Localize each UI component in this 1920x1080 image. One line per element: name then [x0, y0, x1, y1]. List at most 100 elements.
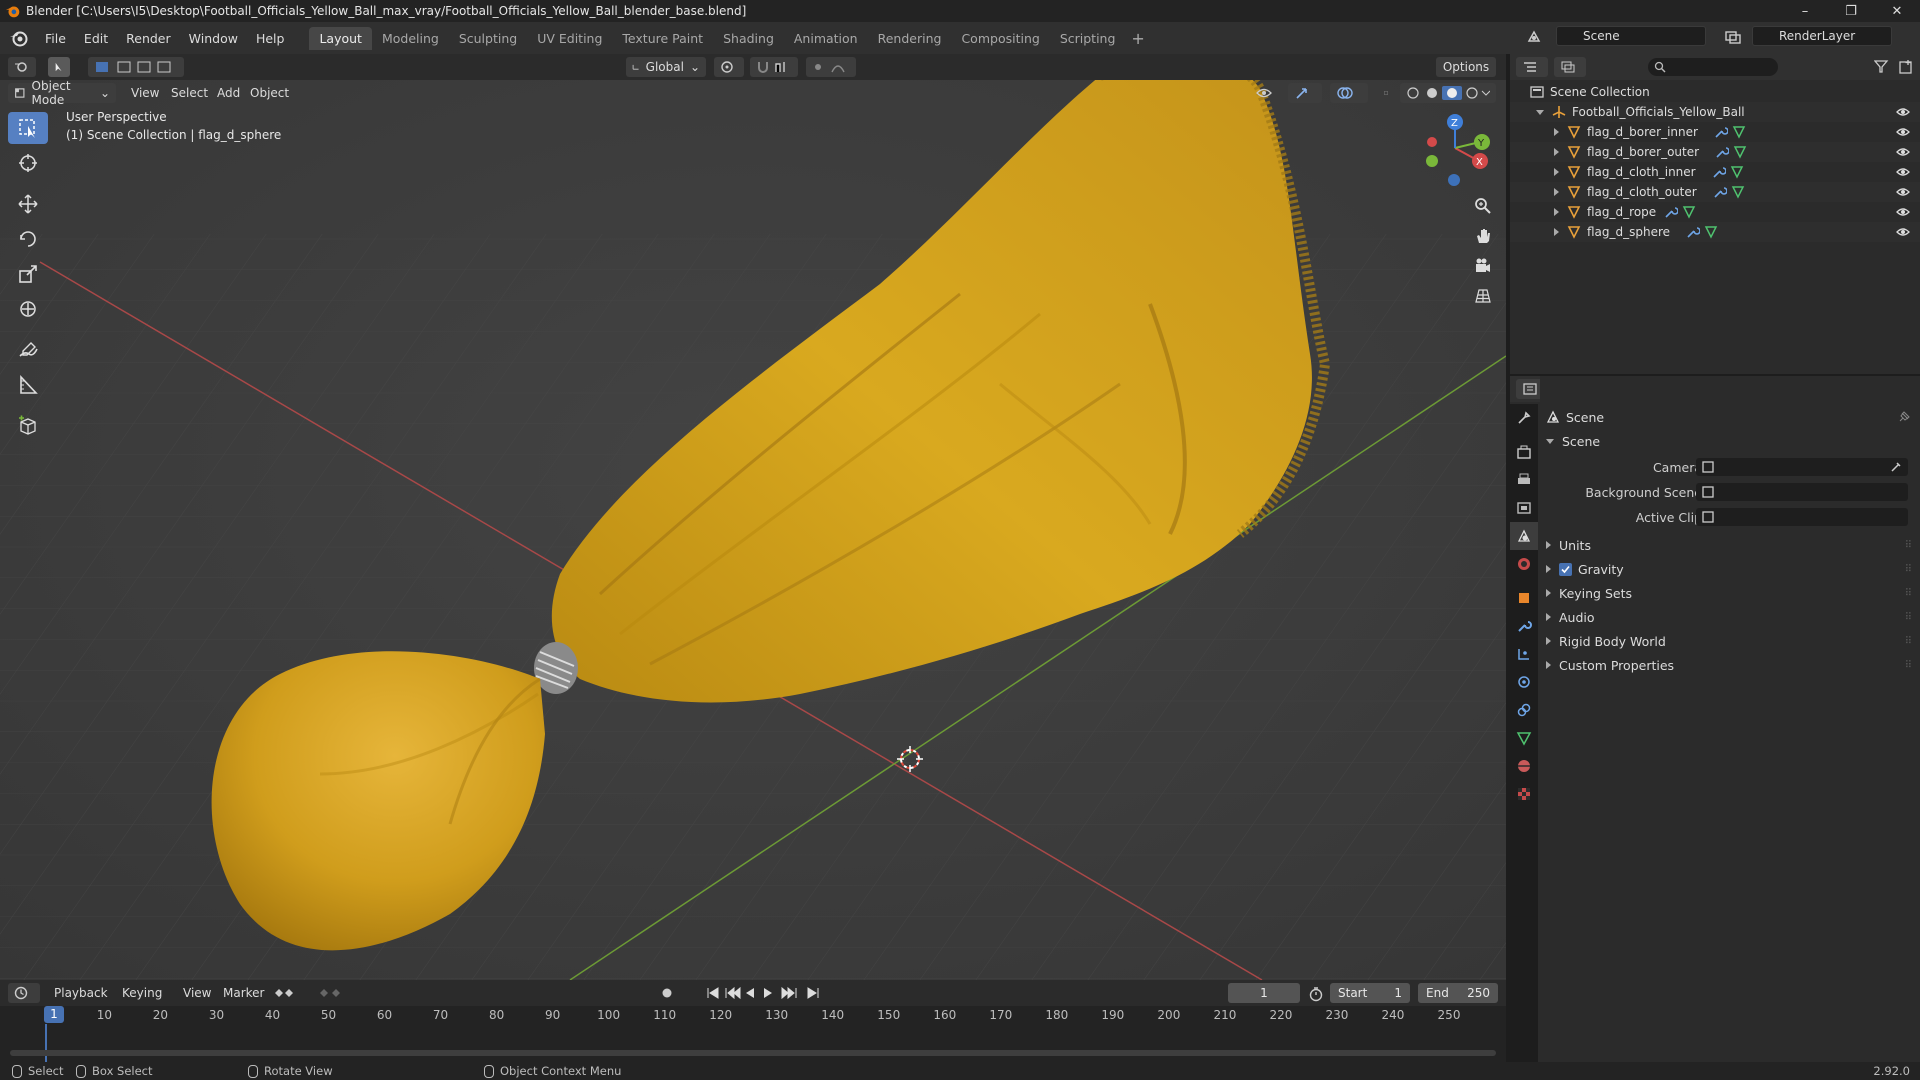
subpanel-header[interactable]: Keying Sets ⠿: [1540, 582, 1920, 604]
3d-viewport[interactable]: X Y Z Global ⌄ Options Object Mode ⌄ Vie…: [0, 54, 1506, 980]
tab-view-layer[interactable]: [1510, 494, 1538, 522]
new-collection-icon[interactable]: [1898, 59, 1914, 75]
stopwatch-icon[interactable]: [1308, 986, 1324, 1002]
mesh-data-icon[interactable]: [1732, 125, 1746, 139]
viewport-scene[interactable]: X Y Z: [0, 54, 1506, 980]
close-button[interactable]: ✕: [1874, 0, 1920, 22]
options-dropdown[interactable]: Options: [1436, 57, 1496, 77]
tab-rendering[interactable]: Rendering: [868, 27, 952, 50]
outliner-panel[interactable]: Scene Collection Football_Officials_Yell…: [1510, 54, 1920, 374]
pin-icon[interactable]: [1898, 411, 1910, 423]
mesh-data-icon[interactable]: [1704, 225, 1718, 239]
subpanel-header[interactable]: Gravity ⠿: [1540, 558, 1920, 580]
mesh-data-icon[interactable]: [1731, 185, 1745, 199]
scale-tool[interactable]: [8, 258, 48, 290]
keyframe-icons[interactable]: [272, 986, 344, 1000]
menu-file[interactable]: File: [36, 28, 75, 49]
outliner-object-row[interactable]: flag_d_cloth_inner: [1510, 162, 1920, 182]
tab-scripting[interactable]: Scripting: [1050, 27, 1126, 50]
mesh-data-icon[interactable]: [1730, 165, 1744, 179]
drag-handle-icon[interactable]: ⠿: [1905, 636, 1912, 647]
outliner-editor-type-button[interactable]: [1516, 57, 1548, 77]
snap-button[interactable]: [750, 57, 798, 77]
select-mode-buttons[interactable]: [88, 57, 184, 77]
gravity-checkbox[interactable]: [1559, 562, 1572, 576]
blender-logo-icon[interactable]: [8, 27, 30, 49]
annotate-tool[interactable]: [8, 334, 48, 366]
expand-arrow-icon[interactable]: [1554, 208, 1559, 216]
menu-help[interactable]: Help: [247, 28, 294, 49]
timeline-scrollbar[interactable]: [10, 1050, 1496, 1056]
eyedropper-icon[interactable]: [1890, 461, 1902, 473]
subpanel-header[interactable]: Custom Properties ⠿: [1540, 654, 1920, 676]
outliner-object-row[interactable]: flag_d_sphere: [1510, 222, 1920, 242]
frame-ruler[interactable]: 1 10 20 30 40 50 60 70 80 90 100 110 120 130 140 150 160…: [0, 1006, 1506, 1024]
properties-editor[interactable]: ⌄ Scene Scene CameraBackground SceneActi…: [1510, 376, 1920, 1062]
drag-handle-icon[interactable]: ⠿: [1905, 612, 1912, 623]
tab-shading[interactable]: Shading: [713, 27, 784, 50]
tab-animation[interactable]: Animation: [784, 27, 868, 50]
tab-output[interactable]: [1510, 466, 1538, 494]
outliner-scene-collection[interactable]: Scene Collection: [1510, 82, 1920, 102]
zoom-view-button[interactable]: [1470, 193, 1496, 219]
filter-icon[interactable]: [1874, 60, 1892, 74]
tab-material[interactable]: [1510, 752, 1538, 780]
tab-physics[interactable]: [1510, 668, 1538, 696]
prop-field-input[interactable]: [1696, 508, 1908, 526]
xray-toggle-button[interactable]: [1378, 83, 1394, 103]
cursor-tool[interactable]: [8, 147, 48, 179]
eye-icon[interactable]: [1896, 207, 1910, 217]
tab-particles[interactable]: [1510, 640, 1538, 668]
outliner-search-input[interactable]: [1648, 58, 1778, 76]
editor-type-button[interactable]: [8, 57, 36, 77]
gizmo-neg-y[interactable]: [1426, 155, 1438, 167]
rotate-tool[interactable]: [8, 223, 48, 255]
move-tool[interactable]: [8, 188, 48, 220]
tab-constraints[interactable]: [1510, 696, 1538, 724]
viewport-menu-view[interactable]: View: [131, 86, 159, 100]
pivot-point-button[interactable]: [714, 57, 744, 77]
end-frame-field[interactable]: End 250: [1418, 983, 1498, 1003]
add-cube-tool[interactable]: [8, 410, 48, 442]
transform-orientation-dropdown[interactable]: Global ⌄: [626, 57, 706, 77]
viewport-menu-select[interactable]: Select: [171, 86, 208, 100]
playback-controls[interactable]: [706, 986, 824, 1000]
viewport-menu-object[interactable]: Object: [250, 86, 289, 100]
outliner-object-row[interactable]: flag_d_borer_inner: [1510, 122, 1920, 142]
menu-window[interactable]: Window: [180, 28, 247, 49]
modifier-wrench-icon[interactable]: [1713, 185, 1727, 199]
subpanel-header[interactable]: Rigid Body World ⠿: [1540, 630, 1920, 652]
maximize-button[interactable]: ❐: [1828, 0, 1874, 22]
modifier-wrench-icon[interactable]: [1715, 145, 1730, 159]
expand-arrow-icon[interactable]: [1536, 109, 1544, 115]
toggle-perspective-button[interactable]: [1470, 283, 1496, 309]
subpanel-header[interactable]: Units ⠿: [1540, 534, 1920, 556]
drag-handle-icon[interactable]: ⠿: [1905, 540, 1912, 551]
drag-handle-icon[interactable]: ⠿: [1905, 588, 1912, 599]
tab-modifiers[interactable]: [1510, 612, 1538, 640]
mesh-data-icon[interactable]: [1682, 205, 1696, 219]
modifier-wrench-icon[interactable]: [1714, 125, 1728, 139]
expand-arrow-icon[interactable]: [1554, 148, 1559, 156]
expand-arrow-icon[interactable]: [1554, 128, 1559, 136]
timeline-menu-marker[interactable]: Marker: [223, 986, 264, 1000]
tab-object-data[interactable]: [1510, 724, 1538, 752]
playhead-frame-indicator[interactable]: 1: [44, 1006, 64, 1023]
timeline-menu-view[interactable]: View: [183, 986, 211, 1000]
minimize-button[interactable]: –: [1782, 0, 1828, 22]
modifier-wrench-icon[interactable]: [1686, 225, 1701, 239]
tab-tool[interactable]: [1510, 404, 1538, 432]
eye-icon[interactable]: [1896, 227, 1910, 237]
eye-icon[interactable]: [1896, 187, 1910, 197]
outliner-collection-row[interactable]: Football_Officials_Yellow_Ball: [1510, 102, 1920, 122]
select-box-tool[interactable]: [8, 112, 48, 144]
expand-arrow-icon[interactable]: [1554, 168, 1559, 176]
display-mode-button[interactable]: [1554, 57, 1586, 77]
current-frame-field[interactable]: 1: [1228, 983, 1300, 1003]
eye-icon[interactable]: [1896, 107, 1910, 117]
eye-icon[interactable]: [1896, 127, 1910, 137]
measure-tool[interactable]: [8, 369, 48, 401]
tab-layout[interactable]: Layout: [309, 26, 372, 50]
eye-icon[interactable]: [1896, 167, 1910, 177]
gizmo-neg-z[interactable]: [1448, 174, 1460, 186]
